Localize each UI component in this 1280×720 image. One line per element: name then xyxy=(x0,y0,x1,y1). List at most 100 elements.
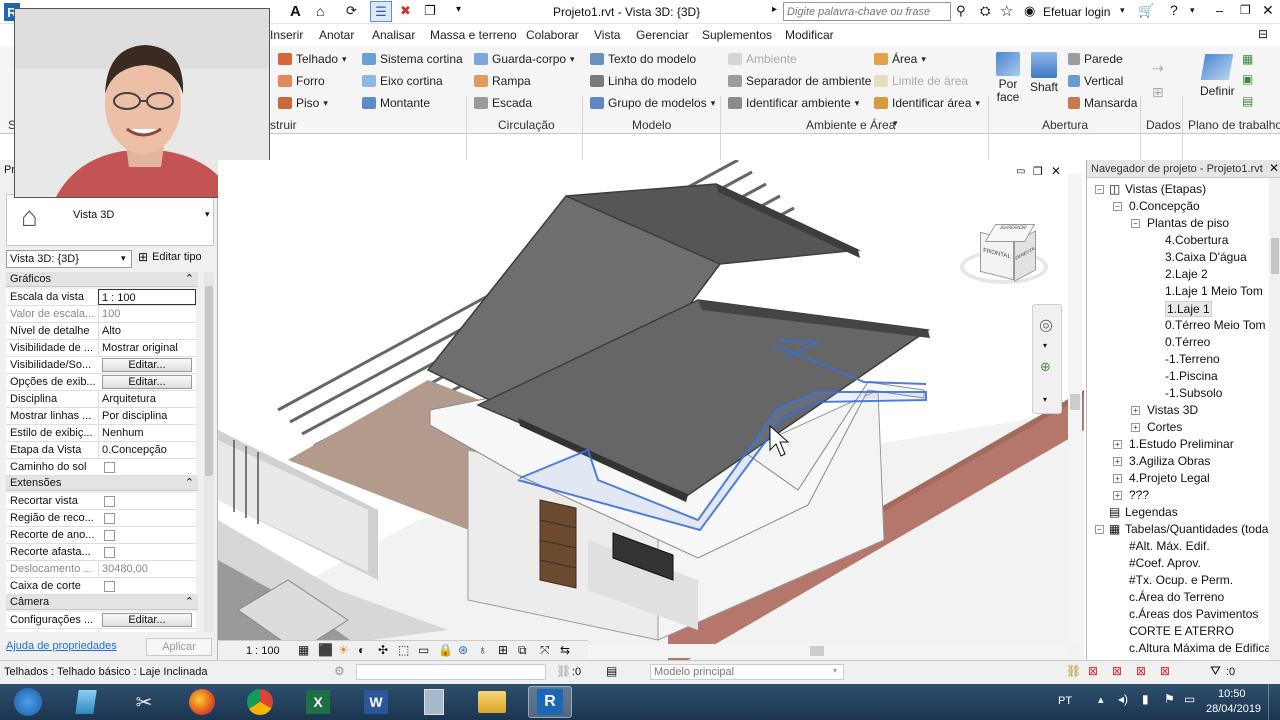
tray-flag-icon[interactable]: ⚑ xyxy=(1164,692,1175,706)
browser-tree-item[interactable]: 0.Concepção xyxy=(1129,199,1200,213)
tab-colaborar[interactable]: Colaborar xyxy=(526,28,579,42)
browser-tree-item[interactable]: -1.Piscina xyxy=(1165,369,1218,383)
tab-massa-terreno[interactable]: Massa e terreno xyxy=(430,28,517,42)
search-arrow-icon[interactable]: ▸ xyxy=(772,4,777,15)
browser-tree-item[interactable]: Plantas de piso xyxy=(1147,216,1229,230)
taskbar-files[interactable] xyxy=(64,686,108,718)
login-link[interactable]: Efetuar login xyxy=(1043,5,1110,19)
browser-tree-item[interactable]: 3.Agiliza Obras xyxy=(1129,454,1210,468)
dormer-button[interactable]: Mansarda xyxy=(1068,96,1137,110)
property-value[interactable]: Por disciplina xyxy=(98,408,196,424)
browser-tree-item[interactable]: 0.Térreo Meio Tom xyxy=(1165,318,1265,332)
taskbar-revit[interactable]: R xyxy=(528,686,572,718)
browser-tree-item[interactable]: Legendas xyxy=(1125,505,1178,519)
browser-tree-item[interactable]: 0.Térreo xyxy=(1165,335,1210,349)
level-icon[interactable]: ⇢ xyxy=(1152,60,1164,77)
tree-expander-icon[interactable]: + xyxy=(1113,491,1122,500)
zoom-dropdown-icon[interactable]: ▾ xyxy=(1043,395,1047,404)
property-value[interactable]: 1 : 100 xyxy=(98,289,196,305)
vscroll-thumb[interactable] xyxy=(1070,394,1080,410)
cart-icon[interactable]: 🛒 xyxy=(1138,3,1154,19)
roof-button[interactable]: Telhado ▾ xyxy=(278,52,347,66)
properties-help-link[interactable]: Ajuda de propriedades xyxy=(6,640,117,652)
taskbar-calculator[interactable] xyxy=(412,686,456,718)
highlight-displacement-icon[interactable]: ⤧ xyxy=(540,643,550,658)
browser-tree-item[interactable]: 1.Estudo Preliminar xyxy=(1129,437,1234,451)
network-icon[interactable]: ▮ xyxy=(1142,692,1149,706)
workset-selector[interactable] xyxy=(356,664,546,680)
design-options-icon[interactable]: ▤ xyxy=(606,664,617,678)
taskbar-excel[interactable]: X xyxy=(296,686,340,718)
binoculars-icon[interactable]: ⚲ xyxy=(956,3,966,19)
clock-date[interactable]: 28/04/2019 xyxy=(1206,703,1261,715)
browser-tree-item[interactable]: Vistas 3D xyxy=(1147,403,1198,417)
render-icon[interactable]: ✣ xyxy=(378,643,388,657)
editable-only-icon[interactable]: ⛓ xyxy=(556,664,571,678)
by-face-button[interactable]: Por face xyxy=(994,52,1022,104)
taskbar-chrome[interactable] xyxy=(238,686,282,718)
browser-tree-item[interactable]: c.Altura Máxima de Edifica xyxy=(1129,641,1269,655)
viewport-vscroll[interactable] xyxy=(1068,174,1082,644)
browser-tree-item[interactable]: 1.Laje 1 Meio Tom xyxy=(1165,284,1263,298)
property-checkbox[interactable] xyxy=(104,513,115,524)
property-checkbox[interactable] xyxy=(104,581,115,592)
curtain-grid-button[interactable]: Eixo cortina xyxy=(362,74,443,88)
shadows-icon[interactable]: ◐ xyxy=(358,643,365,657)
property-checkbox[interactable] xyxy=(104,547,115,558)
lock-view-icon[interactable]: 🔒 xyxy=(438,643,453,657)
browser-tree-item[interactable]: #Tx. Ocup. e Perm. xyxy=(1129,573,1233,587)
group-ambiente-dropdown-icon[interactable]: ▾ xyxy=(893,118,898,129)
sun-path-icon[interactable]: ☀ xyxy=(338,643,349,657)
taskbar-tool[interactable]: ✂ xyxy=(122,686,166,718)
clock-time[interactable]: 10:50 xyxy=(1218,688,1246,700)
viewport-restore-icon[interactable]: ❐ xyxy=(1033,165,1043,178)
type-preview[interactable]: ⌂ Vista 3D ▾ xyxy=(6,194,214,246)
browser-tree-item[interactable]: 3.Caixa D'água xyxy=(1165,250,1247,264)
room-separator-button[interactable]: Separador de ambiente xyxy=(728,74,871,88)
volume-icon[interactable]: ◂) xyxy=(1118,692,1128,706)
analytical-model-icon[interactable]: ⧉ xyxy=(518,643,527,658)
type-dropdown-icon[interactable]: ▾ xyxy=(205,209,210,220)
browser-scrollbar[interactable] xyxy=(1269,178,1280,660)
tree-expander-icon[interactable]: + xyxy=(1113,440,1122,449)
help-dropdown-icon[interactable]: ▾ xyxy=(1190,5,1195,16)
room-tag-button[interactable]: Identificar ambiente ▾ xyxy=(728,96,859,110)
set-workplane-button[interactable]: Definir xyxy=(1200,54,1235,98)
view-scale[interactable]: 1 : 100 xyxy=(246,645,280,657)
ref-plane-icon[interactable]: ▣ xyxy=(1242,72,1253,86)
browser-tree-item[interactable]: 2.Laje 2 xyxy=(1165,267,1208,281)
temp-view-icon[interactable]: ⊞ xyxy=(498,643,508,657)
property-checkbox[interactable] xyxy=(104,496,115,507)
customize-toolbar-icon[interactable]: ▾ xyxy=(456,4,461,15)
minimize-icon[interactable]: – xyxy=(1216,3,1223,18)
browser-tree-item[interactable]: Tabelas/Quantidades (todas xyxy=(1125,522,1269,536)
tree-expander-icon[interactable]: + xyxy=(1113,457,1122,466)
3d-model-canvas[interactable] xyxy=(218,160,1084,660)
property-value[interactable]: Nenhum xyxy=(98,425,196,441)
tab-suplementos[interactable]: Suplementos xyxy=(702,28,772,42)
viewcube[interactable]: FRONTAL DIREITA SUPERIOR xyxy=(960,220,1050,294)
select-underlay-icon[interactable]: ⊠ xyxy=(1088,664,1098,678)
switch-windows-icon[interactable]: ❐ xyxy=(424,3,436,19)
select-face-icon[interactable]: ⊠ xyxy=(1136,664,1146,678)
collapse-icon[interactable]: ⌃ xyxy=(185,476,194,489)
tab-gerenciar[interactable]: Gerenciar xyxy=(636,28,689,42)
edit-button[interactable]: Editar... xyxy=(102,613,192,627)
taskbar-firefox[interactable] xyxy=(180,686,224,718)
model-text-button[interactable]: Texto do modelo xyxy=(590,52,696,66)
shaft-button[interactable]: Shaft xyxy=(1030,52,1058,94)
collapse-icon[interactable]: ⌃ xyxy=(185,272,194,285)
ramp-button[interactable]: Rampa xyxy=(474,74,531,88)
browser-tree-item[interactable]: #Coef. Aprov. xyxy=(1129,556,1201,570)
show-workplane-icon[interactable]: ▦ xyxy=(1242,52,1253,66)
start-button[interactable] xyxy=(6,686,50,718)
select-pinned-icon[interactable]: ⊠ xyxy=(1112,664,1122,678)
ceiling-button[interactable]: Forro xyxy=(278,74,325,88)
browser-close-icon[interactable]: ✕ xyxy=(1269,161,1279,175)
section-extensoes[interactable]: Extensões ⌃ xyxy=(6,476,198,491)
subscription-icon[interactable]: ⛭ xyxy=(980,3,990,19)
browser-tree-item[interactable]: -1.Terreno xyxy=(1165,352,1220,366)
sync-icon[interactable]: ⟳ xyxy=(346,3,357,19)
edit-button[interactable]: Editar... xyxy=(102,358,192,372)
vertical-opening-button[interactable]: Vertical xyxy=(1068,74,1123,88)
